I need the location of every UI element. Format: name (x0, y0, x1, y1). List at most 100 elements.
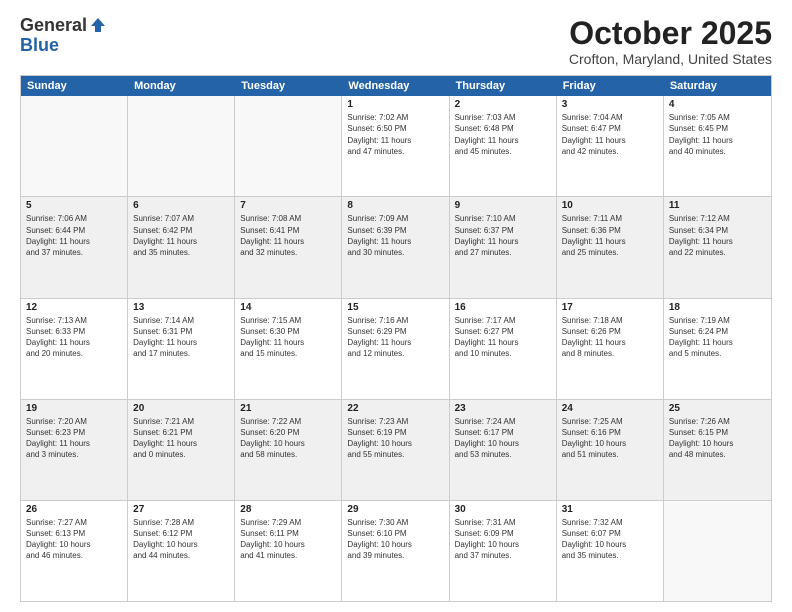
day-number: 21 (240, 403, 336, 414)
day-cell-23: 23 Sunrise: 7:24 AM Sunset: 6:17 PM Dayli… (450, 400, 557, 500)
calendar-row-2: 12 Sunrise: 7:13 AM Sunset: 6:33 PM Dayli… (21, 298, 771, 399)
day-cell-17: 17 Sunrise: 7:18 AM Sunset: 6:26 PM Dayli… (557, 299, 664, 399)
day-cell-3: 3 Sunrise: 7:04 AM Sunset: 6:47 PM Daylig… (557, 96, 664, 196)
empty-cell-4-6 (664, 501, 771, 601)
header-day-friday: Friday (557, 76, 664, 96)
day-cell-6: 6 Sunrise: 7:07 AM Sunset: 6:42 PM Daylig… (128, 197, 235, 297)
calendar-header: SundayMondayTuesdayWednesdayThursdayFrid… (21, 76, 771, 96)
day-info: Sunrise: 7:15 AM Sunset: 6:30 PM Dayligh… (240, 315, 336, 360)
day-info: Sunrise: 7:11 AM Sunset: 6:36 PM Dayligh… (562, 213, 658, 258)
day-number: 4 (669, 99, 766, 110)
day-cell-18: 18 Sunrise: 7:19 AM Sunset: 6:24 PM Dayli… (664, 299, 771, 399)
day-cell-8: 8Sunrise: 7:09 AM Sunset: 6:39 PM Daylig… (342, 197, 449, 297)
day-info: Sunrise: 7:10 AM Sunset: 6:37 PM Dayligh… (455, 213, 551, 258)
header-day-thursday: Thursday (450, 76, 557, 96)
day-number: 31 (562, 504, 658, 515)
day-cell-4: 4 Sunrise: 7:05 AM Sunset: 6:45 PM Daylig… (664, 96, 771, 196)
header-day-tuesday: Tuesday (235, 76, 342, 96)
day-info: Sunrise: 7:31 AM Sunset: 6:09 PM Dayligh… (455, 517, 551, 562)
title-block: October 2025 Crofton, Maryland, United S… (569, 16, 772, 67)
day-number: 29 (347, 504, 443, 515)
day-cell-7: 7 Sunrise: 7:08 AM Sunset: 6:41 PM Daylig… (235, 197, 342, 297)
header: General Blue October 2025 Crofton, Maryl… (20, 16, 772, 67)
day-cell-12: 12 Sunrise: 7:13 AM Sunset: 6:33 PM Dayli… (21, 299, 128, 399)
day-number: 11 (669, 200, 766, 211)
day-cell-21: 21Sunrise: 7:22 AM Sunset: 6:20 PM Dayli… (235, 400, 342, 500)
day-info: Sunrise: 7:30 AM Sunset: 6:10 PM Dayligh… (347, 517, 443, 562)
day-number: 6 (133, 200, 229, 211)
day-cell-14: 14 Sunrise: 7:15 AM Sunset: 6:30 PM Dayli… (235, 299, 342, 399)
calendar: SundayMondayTuesdayWednesdayThursdayFrid… (20, 75, 772, 602)
day-info: Sunrise: 7:08 AM Sunset: 6:41 PM Dayligh… (240, 213, 336, 258)
day-number: 12 (26, 302, 122, 313)
day-info: Sunrise: 7:24 AM Sunset: 6:17 PM Dayligh… (455, 416, 551, 461)
empty-cell-0-1 (128, 96, 235, 196)
day-info: Sunrise: 7:32 AM Sunset: 6:07 PM Dayligh… (562, 517, 658, 562)
day-info: Sunrise: 7:26 AM Sunset: 6:15 PM Dayligh… (669, 416, 766, 461)
header-day-wednesday: Wednesday (342, 76, 449, 96)
day-info: Sunrise: 7:02 AM Sunset: 6:50 PM Dayligh… (347, 112, 443, 157)
day-cell-9: 9Sunrise: 7:10 AM Sunset: 6:37 PM Daylig… (450, 197, 557, 297)
location: Crofton, Maryland, United States (569, 51, 772, 67)
day-cell-29: 29 Sunrise: 7:30 AM Sunset: 6:10 PM Dayli… (342, 501, 449, 601)
day-cell-10: 10Sunrise: 7:11 AM Sunset: 6:36 PM Dayli… (557, 197, 664, 297)
day-info: Sunrise: 7:07 AM Sunset: 6:42 PM Dayligh… (133, 213, 229, 258)
day-info: Sunrise: 7:27 AM Sunset: 6:13 PM Dayligh… (26, 517, 122, 562)
day-number: 7 (240, 200, 336, 211)
logo-general-text: General (20, 16, 87, 36)
day-number: 8 (347, 200, 443, 211)
day-info: Sunrise: 7:18 AM Sunset: 6:26 PM Dayligh… (562, 315, 658, 360)
day-info: Sunrise: 7:04 AM Sunset: 6:47 PM Dayligh… (562, 112, 658, 157)
day-info: Sunrise: 7:03 AM Sunset: 6:48 PM Dayligh… (455, 112, 551, 157)
day-number: 25 (669, 403, 766, 414)
page: General Blue October 2025 Crofton, Maryl… (0, 0, 792, 612)
empty-cell-0-0 (21, 96, 128, 196)
day-info: Sunrise: 7:29 AM Sunset: 6:11 PM Dayligh… (240, 517, 336, 562)
day-number: 22 (347, 403, 443, 414)
day-info: Sunrise: 7:17 AM Sunset: 6:27 PM Dayligh… (455, 315, 551, 360)
day-cell-30: 30Sunrise: 7:31 AM Sunset: 6:09 PM Dayli… (450, 501, 557, 601)
day-number: 26 (26, 504, 122, 515)
day-cell-27: 27 Sunrise: 7:28 AM Sunset: 6:12 PM Dayli… (128, 501, 235, 601)
day-cell-20: 20 Sunrise: 7:21 AM Sunset: 6:21 PM Dayli… (128, 400, 235, 500)
day-number: 27 (133, 504, 229, 515)
day-info: Sunrise: 7:20 AM Sunset: 6:23 PM Dayligh… (26, 416, 122, 461)
day-cell-25: 25 Sunrise: 7:26 AM Sunset: 6:15 PM Dayli… (664, 400, 771, 500)
day-info: Sunrise: 7:13 AM Sunset: 6:33 PM Dayligh… (26, 315, 122, 360)
day-info: Sunrise: 7:12 AM Sunset: 6:34 PM Dayligh… (669, 213, 766, 258)
day-cell-22: 22 Sunrise: 7:23 AM Sunset: 6:19 PM Dayli… (342, 400, 449, 500)
logo-blue-text: Blue (20, 36, 59, 56)
day-cell-2: 2 Sunrise: 7:03 AM Sunset: 6:48 PM Daylig… (450, 96, 557, 196)
day-number: 2 (455, 99, 551, 110)
day-number: 3 (562, 99, 658, 110)
day-number: 20 (133, 403, 229, 414)
day-number: 14 (240, 302, 336, 313)
day-info: Sunrise: 7:19 AM Sunset: 6:24 PM Dayligh… (669, 315, 766, 360)
day-number: 18 (669, 302, 766, 313)
header-day-monday: Monday (128, 76, 235, 96)
calendar-row-1: 5 Sunrise: 7:06 AM Sunset: 6:44 PM Daylig… (21, 196, 771, 297)
day-info: Sunrise: 7:21 AM Sunset: 6:21 PM Dayligh… (133, 416, 229, 461)
day-cell-13: 13Sunrise: 7:14 AM Sunset: 6:31 PM Dayli… (128, 299, 235, 399)
day-number: 15 (347, 302, 443, 313)
day-number: 5 (26, 200, 122, 211)
header-day-sunday: Sunday (21, 76, 128, 96)
day-number: 24 (562, 403, 658, 414)
day-number: 17 (562, 302, 658, 313)
day-cell-11: 11 Sunrise: 7:12 AM Sunset: 6:34 PM Dayli… (664, 197, 771, 297)
day-number: 23 (455, 403, 551, 414)
day-info: Sunrise: 7:23 AM Sunset: 6:19 PM Dayligh… (347, 416, 443, 461)
month-title: October 2025 (569, 16, 772, 51)
day-info: Sunrise: 7:16 AM Sunset: 6:29 PM Dayligh… (347, 315, 443, 360)
day-cell-1: 1Sunrise: 7:02 AM Sunset: 6:50 PM Daylig… (342, 96, 449, 196)
day-info: Sunrise: 7:25 AM Sunset: 6:16 PM Dayligh… (562, 416, 658, 461)
day-number: 19 (26, 403, 122, 414)
day-cell-31: 31 Sunrise: 7:32 AM Sunset: 6:07 PM Dayli… (557, 501, 664, 601)
day-cell-28: 28Sunrise: 7:29 AM Sunset: 6:11 PM Dayli… (235, 501, 342, 601)
day-info: Sunrise: 7:28 AM Sunset: 6:12 PM Dayligh… (133, 517, 229, 562)
logo-icon (89, 16, 107, 34)
day-cell-24: 24 Sunrise: 7:25 AM Sunset: 6:16 PM Dayli… (557, 400, 664, 500)
day-info: Sunrise: 7:06 AM Sunset: 6:44 PM Dayligh… (26, 213, 122, 258)
day-number: 13 (133, 302, 229, 313)
day-info: Sunrise: 7:05 AM Sunset: 6:45 PM Dayligh… (669, 112, 766, 157)
